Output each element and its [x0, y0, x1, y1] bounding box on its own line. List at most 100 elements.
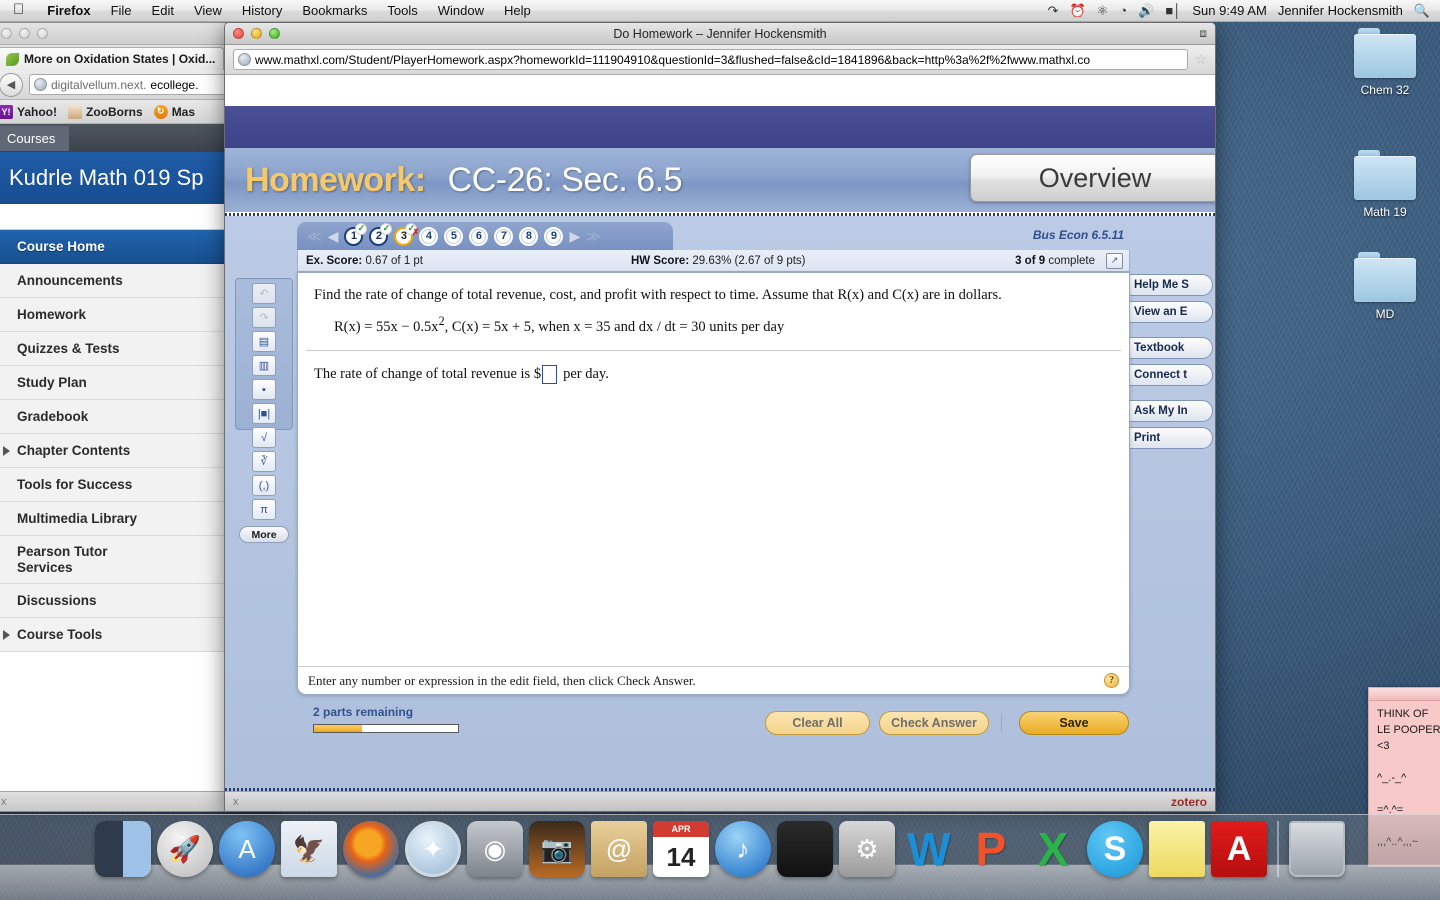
dock-item-finder[interactable]: [95, 821, 151, 877]
menu-item-help[interactable]: Help: [494, 3, 541, 18]
menu-bar-username[interactable]: Jennifer Hockensmith: [1278, 3, 1403, 18]
dock-item-launchpad[interactable]: 🚀: [157, 821, 213, 877]
back-button[interactable]: ◀: [0, 72, 23, 97]
dock-item-firefox[interactable]: [343, 821, 399, 877]
overview-button[interactable]: Overview: [970, 154, 1215, 202]
dock-item-microsoft-powerpoint[interactable]: P: [963, 821, 1019, 877]
desktop-folder-math-19[interactable]: Math 19: [1337, 150, 1433, 219]
menu-item-tools[interactable]: Tools: [377, 3, 427, 18]
menu-bar-status-area[interactable]: ↷ ⏰ ⚛ ◔ 🔊 ■│ Sun 9:49 AM Jennifer Hocken…: [1048, 3, 1440, 18]
dock-item-itunes[interactable]: ♪: [715, 821, 771, 877]
absolute-value-button[interactable]: |■|: [252, 403, 276, 424]
question-circle-2[interactable]: 2 ✓: [369, 222, 393, 246]
fg-window-titlebar[interactable]: Do Homework – Jennifer Hockensmith ⧈: [225, 23, 1215, 45]
chevron-right-icon[interactable]: [3, 629, 10, 640]
math-palette[interactable]: ↶ ↷ ▤ ▥ ▪ |■| √ ∛ (,) π More: [235, 278, 293, 543]
question-circle-3[interactable]: 3 ✓ ✗: [394, 222, 419, 246]
spotlight-search-icon[interactable]: 🔍: [1414, 4, 1430, 17]
bookmark-mastering[interactable]: ↻ Mas: [153, 104, 195, 119]
dock-item-iphoto[interactable]: 📷: [529, 821, 585, 877]
dock-item-system-preferences[interactable]: ⚙: [839, 821, 895, 877]
dock-item-skype[interactable]: S: [1087, 821, 1143, 877]
dock-item-microsoft-word[interactable]: W: [901, 821, 957, 877]
bg-browser-tab[interactable]: More on Oxidation States | Oxid...: [0, 47, 225, 70]
interval-button[interactable]: (,): [252, 475, 276, 496]
question-circle-4[interactable]: 4: [419, 226, 439, 246]
dock-item-app-store[interactable]: A: [219, 821, 275, 877]
dock-item-calendar[interactable]: APR 14: [653, 821, 709, 877]
answer-input[interactable]: [542, 364, 558, 384]
time-machine-icon[interactable]: ⏰: [1069, 4, 1085, 17]
question-circles[interactable]: 1 ✓ 2 ✓ 3 ✓ ✗ 4 5 6 7 8 9: [344, 222, 564, 246]
bg-status-close-icon[interactable]: x: [1, 796, 7, 808]
question-circle-8[interactable]: 8: [519, 226, 539, 246]
dock-item-photo-booth[interactable]: [777, 821, 833, 877]
fraction-button[interactable]: ▤: [252, 331, 276, 352]
macos-menu-bar[interactable]:  FirefoxFileEditViewHistoryBookmarksToo…: [0, 0, 1440, 22]
bookmark-zooborns[interactable]: ZooBorns: [68, 104, 143, 119]
bg-traffic-lights[interactable]: [1, 28, 48, 39]
more-symbols-button[interactable]: More: [239, 526, 289, 543]
desktop-folder-chem-32[interactable]: Chem 32: [1337, 28, 1433, 97]
question-circle-9[interactable]: 9: [544, 226, 564, 246]
question-circle-6[interactable]: 6: [469, 226, 489, 246]
dock-item-microsoft-excel[interactable]: X: [1025, 821, 1081, 877]
menu-item-window[interactable]: Window: [428, 3, 494, 18]
fg-navigation-bar[interactable]: www.mathxl.com/Student/PlayerHomework.as…: [225, 45, 1215, 75]
battery-icon[interactable]: ■│: [1165, 4, 1181, 17]
desktop-folder-md[interactable]: MD: [1337, 252, 1433, 321]
dock-item-adobe-reader[interactable]: A: [1211, 821, 1267, 877]
check-answer-button[interactable]: Check Answer: [879, 711, 989, 735]
sticky-note-titlebar[interactable]: [1369, 688, 1440, 701]
next-question-icon[interactable]: ▶: [569, 229, 580, 243]
dock-item-mail[interactable]: 🦅: [281, 821, 337, 877]
fg-url-field[interactable]: www.mathxl.com/Student/PlayerHomework.as…: [233, 49, 1189, 70]
dock-item-stickies[interactable]: [1149, 821, 1205, 877]
menu-item-edit[interactable]: Edit: [142, 3, 184, 18]
question-circle-1[interactable]: 1 ✓: [344, 222, 368, 246]
volume-icon[interactable]: 🔊: [1138, 4, 1154, 17]
bookmark-star-icon[interactable]: ☆: [1194, 51, 1207, 68]
last-question-icon[interactable]: ≫: [586, 229, 601, 243]
menu-item-file[interactable]: File: [101, 3, 142, 18]
question-circle-5[interactable]: 5: [444, 226, 464, 246]
dock-item-trash[interactable]: [1289, 821, 1345, 877]
chevron-right-icon[interactable]: [3, 445, 10, 456]
zotero-button[interactable]: zotero: [1171, 795, 1207, 809]
zoom-button[interactable]: [37, 28, 48, 39]
popout-window-icon[interactable]: ↗: [1106, 252, 1123, 269]
bluetooth-icon[interactable]: ⚛: [1097, 4, 1109, 17]
menu-item-firefox[interactable]: Firefox: [37, 3, 100, 18]
exponent-button[interactable]: ▪: [252, 379, 276, 400]
nth-root-button[interactable]: ∛: [252, 451, 276, 472]
menu-item-view[interactable]: View: [184, 3, 232, 18]
fg-status-close-icon[interactable]: x: [233, 796, 239, 808]
menu-bar-clock[interactable]: Sun 9:49 AM: [1192, 3, 1266, 18]
first-question-icon[interactable]: ≪: [307, 229, 322, 243]
question-mark-help-icon[interactable]: ?: [1104, 673, 1119, 688]
question-circle-7[interactable]: 7: [494, 226, 514, 246]
macos-dock[interactable]: 🚀 A 🦅 ✦ ◉ 📷 @ APR 14 ♪ ⚙ W P X S A: [0, 814, 1440, 900]
fullscreen-icon[interactable]: ⧈: [1199, 26, 1207, 41]
close-button[interactable]: [1, 28, 12, 39]
dock-item-address-book[interactable]: @: [591, 821, 647, 877]
menu-item-history[interactable]: History: [232, 3, 292, 18]
clear-all-button[interactable]: Clear All: [765, 711, 870, 735]
save-button[interactable]: Save: [1019, 711, 1129, 735]
airplay-icon[interactable]: ↷: [1048, 4, 1059, 17]
foreground-browser-window[interactable]: Do Homework – Jennifer Hockensmith ⧈ www…: [224, 22, 1216, 812]
dock-item-safari[interactable]: ✦: [405, 821, 461, 877]
bookmark-yahoo[interactable]: Y! Yahoo!: [0, 104, 57, 119]
mixed-fraction-button[interactable]: ▥: [252, 355, 276, 376]
pi-button[interactable]: π: [252, 499, 276, 520]
square-root-button[interactable]: √: [252, 427, 276, 448]
dock-item-facetime[interactable]: ◉: [467, 821, 523, 877]
menu-item-bookmarks[interactable]: Bookmarks: [292, 3, 377, 18]
previous-question-icon[interactable]: ◀: [328, 229, 339, 243]
apple-logo-icon[interactable]: : [0, 2, 37, 17]
menu-items[interactable]: Firefox File Edit View History Bookmarks Tools…: [37, 3, 541, 18]
minimize-button[interactable]: [19, 28, 30, 39]
wifi-icon[interactable]: ◔: [1119, 4, 1127, 17]
tab-courses[interactable]: Courses: [0, 125, 70, 151]
question-navigator[interactable]: ≪ ◀ 1 ✓ 2 ✓ 3 ✓ ✗ 4 5 6 7 8 9 ▶ ≫: [297, 222, 673, 250]
